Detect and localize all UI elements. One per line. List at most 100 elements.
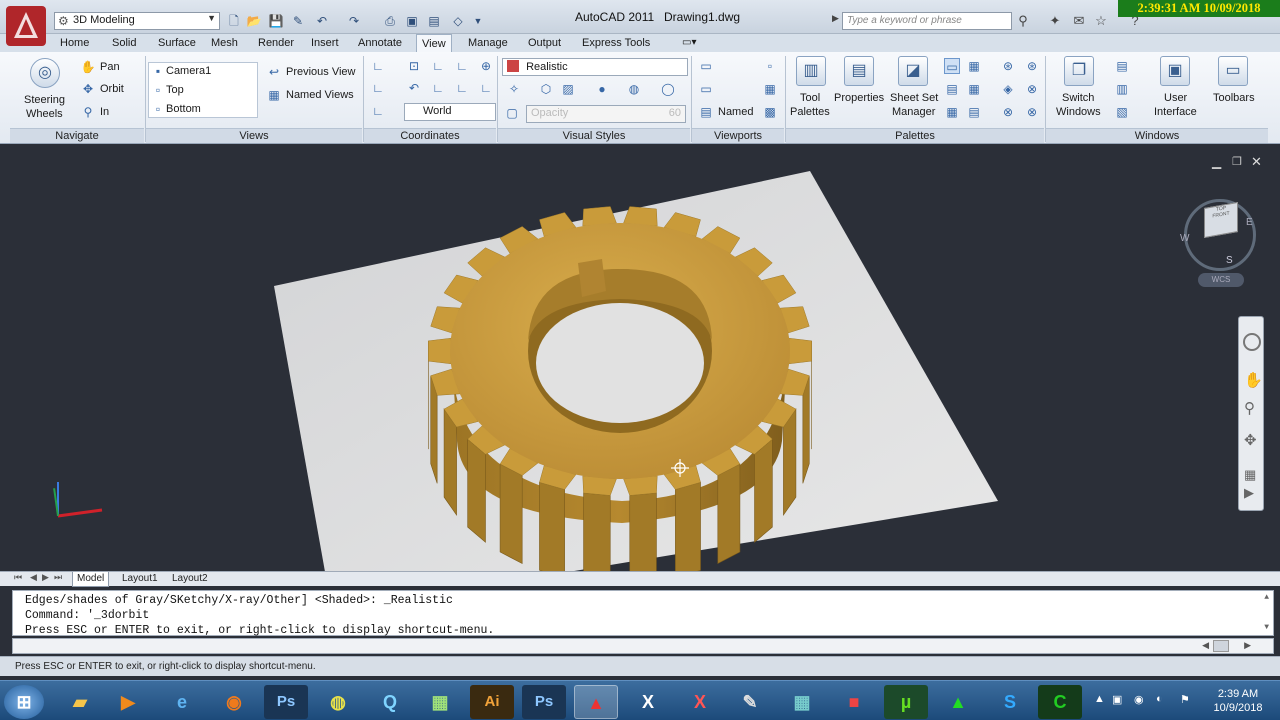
- utorrent-icon[interactable]: µ: [884, 685, 928, 719]
- tool-palettes-icon[interactable]: ▥: [796, 56, 826, 86]
- save-icon[interactable]: 💾: [268, 13, 284, 29]
- layout-tab-layout2[interactable]: Layout2: [168, 572, 212, 587]
- horizontal-scroll-thumb[interactable]: [1213, 640, 1229, 652]
- switch-windows-label-1[interactable]: Switch: [1062, 92, 1094, 104]
- ribbon-minimize-icon[interactable]: ▭▾: [678, 36, 700, 49]
- tray-app-icon[interactable]: ◉: [1134, 693, 1144, 706]
- layout-first-icon[interactable]: ⏮: [14, 572, 22, 583]
- steering-wheels-label-1[interactable]: Steering: [24, 94, 65, 106]
- calculator-icon[interactable]: ▦: [966, 81, 982, 97]
- viewport-join-icon[interactable]: ▭: [698, 81, 714, 97]
- drawing-viewport[interactable]: ▁ ❐ ✕ TOP FRONT W E S WCS ✋ ⚲ ✥ ▦ ▶: [12, 151, 1268, 571]
- view-camera1[interactable]: Camera1: [166, 65, 211, 77]
- cascade-icon[interactable]: ▧: [1114, 104, 1130, 120]
- design-center-icon[interactable]: ▦: [966, 58, 982, 74]
- skype-icon[interactable]: S: [988, 685, 1032, 719]
- tray-network-icon[interactable]: ▣: [1112, 693, 1122, 706]
- restore-viewport-icon[interactable]: ▦: [762, 81, 778, 97]
- tray-flag-icon[interactable]: ⚑: [1180, 693, 1190, 706]
- start-button[interactable]: ⊞: [4, 685, 44, 719]
- tab-annotate[interactable]: Annotate: [354, 36, 406, 50]
- tab-manage[interactable]: Manage: [464, 36, 512, 50]
- tool-palettes-label-2[interactable]: Palettes: [790, 106, 830, 118]
- switch-windows-icon[interactable]: ❐: [1064, 56, 1094, 86]
- viewcube[interactable]: TOP FRONT: [1204, 202, 1238, 238]
- recorder-icon[interactable]: ■: [832, 685, 876, 719]
- sheet-set-manager-icon[interactable]: ◪: [898, 56, 928, 86]
- scroll-right-icon[interactable]: ▶: [1244, 640, 1251, 651]
- ucs-y-icon[interactable]: ∟: [454, 58, 470, 74]
- publish-icon[interactable]: ▣: [404, 13, 420, 29]
- tab-solid[interactable]: Solid: [108, 36, 140, 50]
- named-views-icon[interactable]: ▦: [266, 87, 282, 103]
- layout-prev-icon[interactable]: ◀: [30, 572, 37, 583]
- steering-wheels-label-2[interactable]: Wheels: [26, 108, 63, 120]
- new-file-icon[interactable]: 🗋: [226, 13, 242, 29]
- excel-icon[interactable]: X: [626, 685, 670, 719]
- ucs-view-icon[interactable]: ∟: [478, 80, 494, 96]
- user-interface-label-2[interactable]: Interface: [1154, 106, 1197, 118]
- undo-icon[interactable]: ↶: [314, 13, 330, 29]
- pan-button[interactable]: Pan: [100, 61, 120, 73]
- tab-mesh[interactable]: Mesh: [207, 36, 242, 50]
- tab-render[interactable]: Render: [254, 36, 298, 50]
- sheet-set-label-1[interactable]: Sheet Set: [890, 92, 938, 104]
- lighting-icon[interactable]: ●: [594, 81, 610, 97]
- chevron-down-icon[interactable]: ▼: [470, 13, 486, 29]
- tray-volume-icon[interactable]: ◐: [1156, 693, 1163, 705]
- lights-list-icon[interactable]: ⊗: [1024, 81, 1040, 97]
- favorites-icon[interactable]: ☆: [1092, 12, 1110, 30]
- save-as-icon[interactable]: ✎: [290, 13, 306, 29]
- markup-icon[interactable]: ⊛: [1000, 58, 1016, 74]
- orbit-nav-icon[interactable]: ✥: [1244, 431, 1257, 449]
- pen-tool-icon[interactable]: ✎: [728, 685, 772, 719]
- ucs-icon-settings[interactable]: ⊕: [478, 58, 494, 74]
- binoculars-icon[interactable]: ⚲: [1014, 12, 1032, 30]
- autocad-logo-icon[interactable]: [4, 4, 48, 48]
- illustrator-icon[interactable]: Ai: [470, 685, 514, 719]
- named-views-button[interactable]: Named Views: [286, 89, 354, 101]
- record-nav-icon[interactable]: ▶: [1244, 485, 1254, 501]
- view-bottom[interactable]: Bottom: [166, 103, 201, 115]
- layout-next-icon[interactable]: ▶: [42, 572, 49, 583]
- sheet-set-label-2[interactable]: Manager: [892, 106, 935, 118]
- viewcube-east[interactable]: E: [1246, 217, 1253, 228]
- qq-icon[interactable]: Q: [368, 685, 412, 719]
- photoshop-2-icon[interactable]: Ps: [522, 685, 566, 719]
- render-settings-icon[interactable]: ⊗: [1024, 104, 1040, 120]
- xray-icon[interactable]: ◯: [660, 81, 676, 97]
- visual-style-dropdown[interactable]: Realistic: [502, 58, 688, 76]
- plot-icon[interactable]: ⎙: [382, 13, 398, 29]
- named-viewports-icon[interactable]: ▤: [698, 104, 714, 120]
- tab-view[interactable]: View: [416, 34, 452, 53]
- opacity-slider[interactable]: Opacity 60: [526, 105, 686, 123]
- orbit-button[interactable]: Orbit: [100, 83, 124, 95]
- ucs-origin-icon[interactable]: ↶: [406, 80, 422, 96]
- view-top[interactable]: Top: [166, 84, 184, 96]
- expand-search-icon[interactable]: ▶: [832, 13, 839, 24]
- triangle-app-icon[interactable]: ▲: [936, 685, 980, 719]
- render-icon[interactable]: ◇: [450, 13, 466, 29]
- media-player-icon[interactable]: ▶: [106, 685, 150, 719]
- file-explorer-icon[interactable]: ▰: [58, 685, 102, 719]
- camtasia-icon[interactable]: C: [1038, 685, 1082, 719]
- scroll-down-icon[interactable]: ▼: [1264, 623, 1269, 632]
- properties-icon[interactable]: ▤: [844, 56, 874, 86]
- pan-nav-icon[interactable]: ✋: [1244, 371, 1263, 389]
- ucs-named-icon[interactable]: ∟: [370, 103, 386, 119]
- scroll-up-icon[interactable]: ▲: [1264, 593, 1269, 602]
- xmind-icon[interactable]: X: [678, 685, 722, 719]
- sheet-icon[interactable]: ▦: [944, 104, 960, 120]
- communication-icon[interactable]: ✉: [1070, 12, 1088, 30]
- tab-home[interactable]: Home: [56, 36, 93, 50]
- tray-expand-icon[interactable]: ▲: [1094, 693, 1105, 705]
- layout-tab-layout1[interactable]: Layout1: [118, 572, 162, 587]
- autocad-taskbar-icon[interactable]: ▲: [574, 685, 618, 719]
- viewcube-south[interactable]: S: [1226, 255, 1233, 266]
- showmotion-nav-icon[interactable]: ▦: [1244, 467, 1256, 483]
- viewport-minimize-icon[interactable]: ▁: [1212, 155, 1221, 169]
- capture-icon[interactable]: ▦: [418, 685, 462, 719]
- ucs-dropdown[interactable]: World: [404, 103, 496, 121]
- user-interface-icon[interactable]: ▣: [1160, 56, 1190, 86]
- workspace-switcher[interactable]: ⚙ 3D Modeling ▼: [54, 12, 220, 30]
